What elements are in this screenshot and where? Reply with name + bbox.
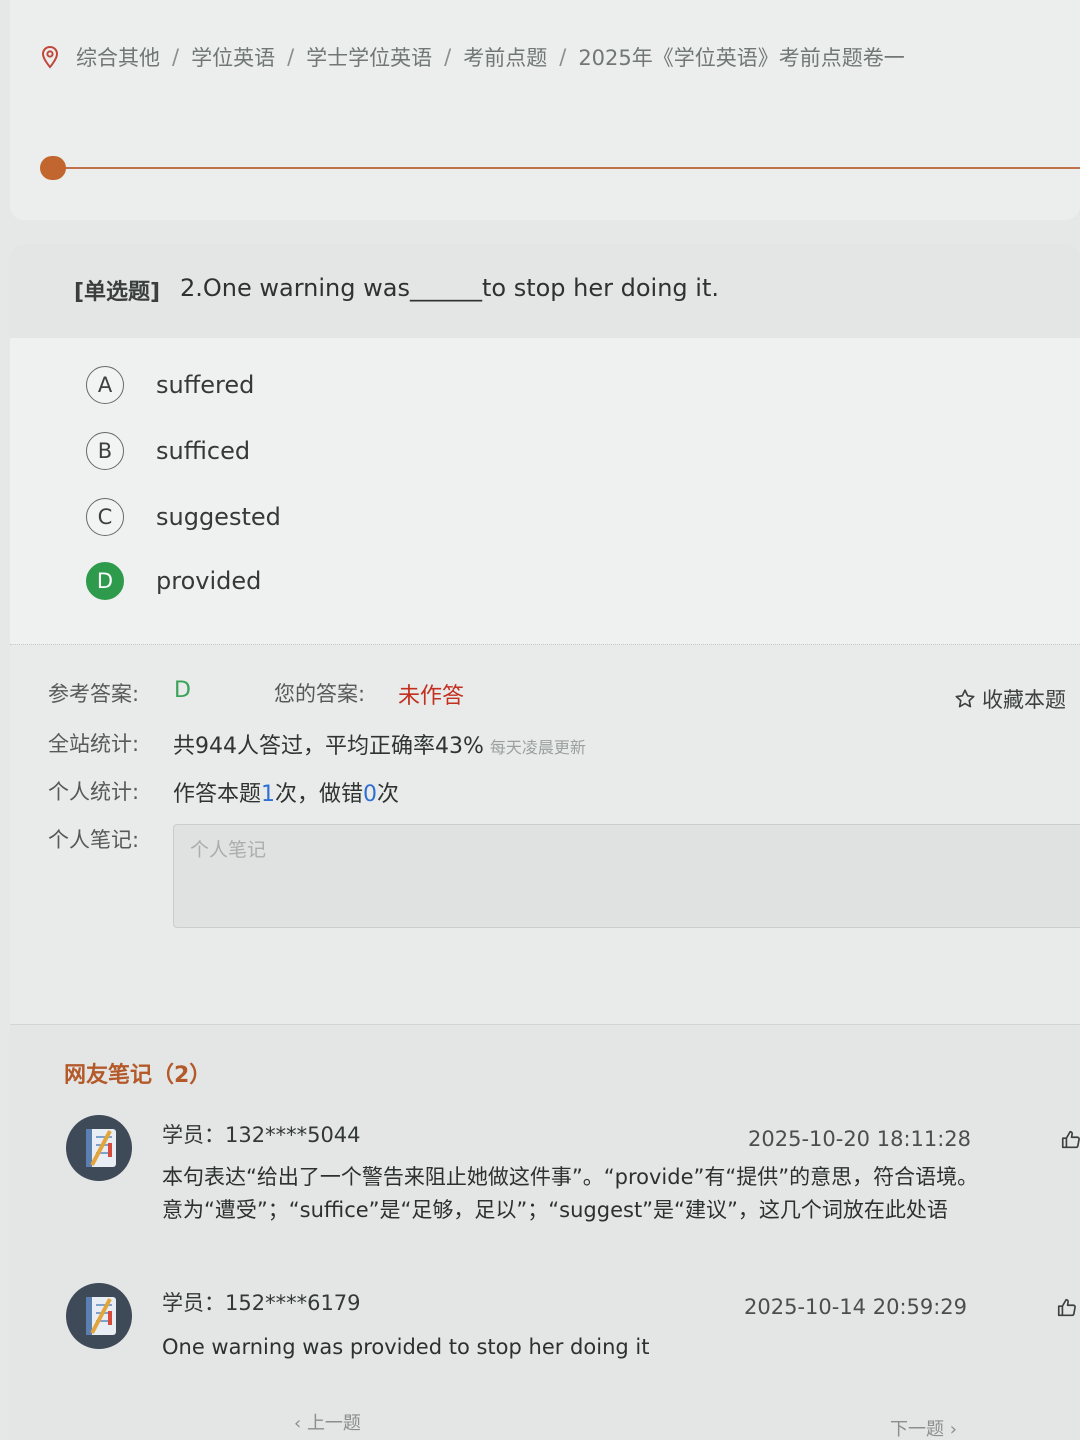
favorite-label: 收藏本题 [982, 688, 1066, 712]
option-letter: C [86, 498, 124, 536]
option-c[interactable]: C suggested [86, 496, 281, 538]
personal-stats: 作答本题1次，做错0次 [173, 776, 399, 808]
question-text: 2.One warning was______to stop her doing… [180, 274, 719, 302]
next-question-button[interactable]: 下一题 › [890, 1415, 957, 1440]
community-notes: 网友笔记（2） 学员：132****5044 2025-10-20 18:11:… [10, 1024, 1080, 1440]
question-header: [单选题] 2.One warning was______to stop her… [10, 244, 1080, 338]
note-username: 学员：152****6179 [162, 1291, 361, 1315]
breadcrumb-item[interactable]: 综合其他 [76, 42, 160, 72]
thumbs-up-icon[interactable] [1056, 1297, 1078, 1319]
note-timestamp: 2025-10-20 18:11:28 [748, 1127, 972, 1151]
breadcrumb-separator: / [444, 45, 452, 69]
breadcrumb-item[interactable]: 考前点题 [463, 42, 547, 72]
thumbs-up-icon[interactable] [1060, 1129, 1080, 1151]
prev-label: 上一题 [306, 1413, 361, 1434]
reference-answer-value: D [174, 678, 191, 703]
note-timestamp: 2025-10-14 20:59:29 [744, 1295, 968, 1319]
avatar [66, 1115, 132, 1181]
progress-bar [40, 156, 1080, 180]
breadcrumb-separator: / [287, 45, 295, 69]
site-stats-label: 全站统计: [48, 732, 140, 756]
question-card: [单选题] 2.One warning was______to stop her… [10, 244, 1080, 1024]
personal-stats-label: 个人统计: [48, 780, 140, 804]
site-stats: 共944人答过，平均正确率43% 每天凌晨更新 [173, 728, 586, 760]
reference-answer-label: 参考答案: [48, 682, 140, 706]
prev-question-button[interactable]: ‹ 上一题 [294, 1409, 361, 1435]
note-content: 本句表达“给出了一个警告来阻止她做这件事”。“provide”有“提供”的意思，… [162, 1161, 1080, 1227]
personal-note-input[interactable]: 个人笔记 [173, 824, 1080, 928]
breadcrumb: 综合其他 / 学位英语 / 学士学位英语 / 考前点题 / 2025年《学位英语… [38, 40, 905, 74]
notebook-avatar-icon [86, 1129, 116, 1167]
options-list: A suffered B sufficed C suggested D prov… [10, 338, 1080, 644]
site-stats-value: 共944人答过，平均正确率43% [173, 734, 484, 759]
note-item: 学员：132****5044 2025-10-20 18:11:28 本句表达“… [10, 1115, 1080, 1265]
question-type: [单选题] [74, 280, 161, 305]
note-username: 学员：132****5044 [162, 1123, 361, 1147]
option-text: provided [156, 567, 262, 595]
option-text: suggested [156, 503, 281, 531]
option-letter: B [86, 432, 124, 470]
note-content: One warning was provided to stop her doi… [162, 1331, 1062, 1364]
personal-wrong: 0 [363, 782, 378, 807]
note-line: 本句表达“给出了一个警告来阻止她做这件事”。“provide”有“提供”的意思，… [162, 1165, 979, 1189]
note-line: One warning was provided to stop her doi… [162, 1335, 650, 1359]
breadcrumb-item[interactable]: 学士学位英语 [306, 42, 432, 72]
chevron-left-icon: ‹ [294, 1413, 302, 1434]
answer-info: 参考答案: D 您的答案: 未作答 收藏本题 全站统计: 共944人答过，平均正… [10, 646, 1080, 1024]
note-line: 意为“遭受”；“suffice”是“足够，足以”；“suggest”是“建议”，… [162, 1198, 948, 1222]
option-letter-correct: D [86, 562, 124, 600]
header-card: 综合其他 / 学位英语 / 学士学位英语 / 考前点题 / 2025年《学位英语… [10, 0, 1080, 220]
your-answer-value: 未作答 [398, 684, 465, 709]
option-d[interactable]: D provided [86, 560, 261, 602]
notebook-avatar-icon [86, 1297, 116, 1335]
personal-stats-text: 次 [377, 782, 400, 807]
your-answer-label: 您的答案: [274, 682, 366, 706]
note-item: 学员：152****6179 2025-10-14 20:59:29 One w… [10, 1283, 1080, 1433]
breadcrumb-separator: / [559, 45, 567, 69]
personal-note-label: 个人笔记: [48, 828, 140, 852]
personal-stats-text: 次，做错 [275, 782, 364, 807]
progress-track [52, 167, 1080, 169]
option-text: suffered [156, 371, 255, 399]
avatar [66, 1283, 132, 1349]
option-letter: A [86, 366, 124, 404]
option-a[interactable]: A suffered [86, 364, 254, 406]
star-icon [955, 689, 975, 708]
next-label: 下一题 [890, 1419, 944, 1440]
site-stats-note: 每天凌晨更新 [489, 738, 586, 757]
personal-attempts: 1 [261, 782, 276, 807]
notes-title: 网友笔记（2） [64, 1063, 212, 1088]
personal-note-placeholder: 个人笔记 [190, 839, 267, 861]
progress-fill [40, 156, 66, 180]
option-b[interactable]: B sufficed [86, 430, 250, 472]
option-text: sufficed [156, 437, 251, 465]
breadcrumb-separator: / [172, 45, 180, 69]
favorite-button[interactable]: 收藏本题 [954, 684, 1066, 714]
divider [10, 644, 1080, 645]
chevron-right-icon: › [949, 1419, 957, 1440]
breadcrumb-item[interactable]: 学位英语 [191, 42, 275, 72]
location-pin-icon [41, 45, 59, 69]
breadcrumb-item-current: 2025年《学位英语》考前点题卷一 [578, 46, 905, 70]
personal-stats-text: 作答本题 [173, 782, 262, 807]
